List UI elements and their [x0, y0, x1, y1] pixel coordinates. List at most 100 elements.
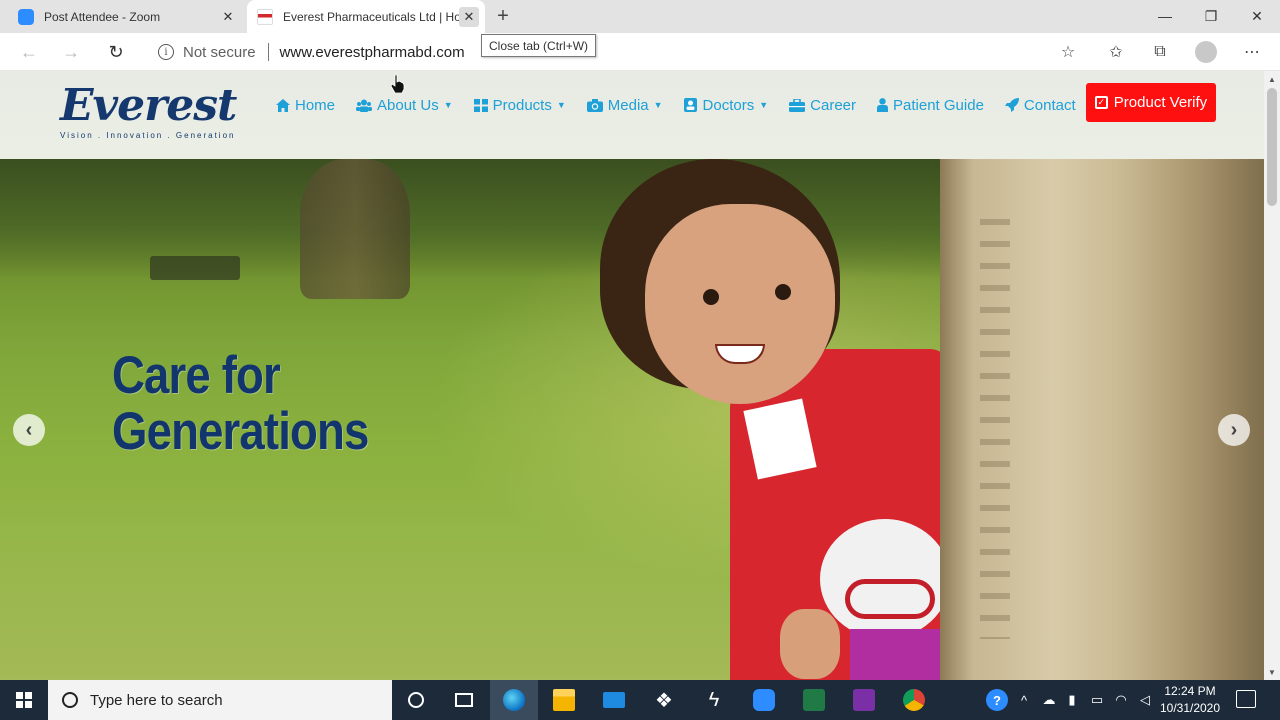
restore-icon[interactable]: ❐ [1188, 0, 1234, 32]
back-icon[interactable]: ← [15, 38, 43, 66]
security-label: Not secure [183, 43, 256, 61]
hero-tagline: Care for Generations [112, 348, 369, 460]
nav-about-us[interactable]: About Us ▼ [356, 97, 453, 114]
onenote-icon[interactable] [840, 680, 888, 720]
tab-zoom[interactable]: Post Attendee - Zoom ✕ [8, 0, 244, 33]
divider [267, 43, 269, 61]
nav-label: Media [607, 96, 649, 114]
taskbar-clock[interactable]: 12:24 PM 10/31/2020 [1158, 683, 1222, 717]
close-window-icon[interactable]: ✕ [1234, 0, 1280, 32]
background-trunk [300, 159, 410, 299]
volume-icon[interactable]: ◁ [1134, 680, 1156, 720]
onedrive-icon[interactable]: ☁ [1038, 680, 1060, 720]
caret-down-icon: ▼ [443, 100, 453, 110]
cortana-icon[interactable] [392, 680, 440, 720]
wifi-icon[interactable]: ◠ [1110, 680, 1132, 720]
nav-label: About Us [377, 96, 439, 114]
nav-contact[interactable]: Contact [1004, 97, 1076, 114]
taskbar-search[interactable]: Type here to search [48, 680, 392, 720]
caret-down-icon: ▼ [759, 100, 769, 110]
main-nav: Home About Us ▼ Products ▼ Media ▼ Docto… [276, 93, 1097, 117]
park-bench [150, 256, 240, 280]
check-square-icon: ✓ [1094, 96, 1108, 109]
tab-title: Post Attendee - Zoom [44, 9, 161, 24]
tab-title: Everest Pharmaceuticals Ltd | Ho [283, 9, 459, 24]
browser-toolbar: ← → ↻ i Not secure www.everestpharmabd.c… [0, 33, 1280, 71]
collections-icon[interactable]: ⧉ [1147, 39, 1173, 65]
favorite-star-icon[interactable]: ☆ [1055, 39, 1081, 65]
close-tab-icon[interactable]: ✕ [459, 6, 479, 27]
minimize-icon[interactable]: — [1142, 0, 1188, 32]
nav-label: Home [295, 96, 336, 114]
verify-label: Product Verify [1113, 94, 1208, 111]
usb-icon[interactable]: ▮ [1062, 680, 1082, 720]
url-text[interactable]: www.everestpharmabd.com [280, 44, 465, 61]
person-icon [877, 98, 889, 112]
battery-icon[interactable]: ▭ [1086, 680, 1108, 720]
favorites-list-icon[interactable]: ✩ [1103, 39, 1129, 65]
nav-home[interactable]: Home [276, 97, 335, 114]
dropbox-icon[interactable]: ❖ [640, 680, 688, 720]
excel-icon[interactable] [790, 680, 838, 720]
scroll-down-icon[interactable]: ▼ [1264, 664, 1280, 680]
clock-date: 10/31/2020 [1159, 701, 1221, 715]
search-placeholder: Type here to search [90, 691, 223, 709]
nav-doctors[interactable]: Doctors ▼ [684, 97, 769, 114]
everest-logo[interactable]: Everest Vision . Innovation . Generation [60, 83, 245, 147]
scrollbar-thumb[interactable] [1267, 88, 1277, 206]
reload-icon[interactable]: ↻ [102, 38, 130, 66]
logo-word: Everest [60, 80, 237, 131]
nav-patient-guide[interactable]: Patient Guide [877, 97, 984, 114]
hand-cursor-icon [391, 75, 405, 93]
close-tab-tooltip: Close tab (Ctrl+W) [481, 34, 597, 57]
task-view-icon[interactable] [440, 680, 488, 720]
edge-app-icon[interactable] [490, 680, 538, 720]
users-icon [356, 99, 373, 112]
slider-next-icon[interactable]: › [1218, 414, 1250, 446]
nav-label: Patient Guide [893, 96, 984, 114]
new-tab-icon[interactable]: + [492, 5, 514, 27]
grid-icon [473, 98, 488, 112]
help-icon[interactable]: ? [984, 680, 1010, 720]
hero-slider: Care for Generations ‹ › [0, 71, 1264, 680]
app-bolt-icon[interactable]: ϟ [690, 680, 738, 720]
logo-tagline: Vision . Innovation . Generation [60, 131, 236, 140]
clock-time: 12:24 PM [1164, 684, 1216, 698]
zoom-app-icon[interactable] [740, 680, 788, 720]
start-button[interactable] [0, 680, 48, 720]
file-explorer-icon[interactable] [540, 680, 588, 720]
site-header: Everest Vision . Innovation . Generation… [0, 71, 1264, 159]
profile-avatar-icon[interactable] [1193, 39, 1219, 65]
forward-icon[interactable]: → [57, 38, 85, 66]
tray-chevron-icon[interactable]: ^ [1014, 680, 1034, 720]
home-icon [276, 98, 290, 112]
search-icon [62, 692, 78, 708]
briefcase-icon [789, 98, 806, 112]
hero-line-1: Care for [112, 346, 281, 405]
info-icon[interactable]: i [158, 44, 174, 60]
slider-prev-icon[interactable]: ‹ [13, 414, 45, 446]
doctor-icon [684, 98, 698, 112]
page-scrollbar[interactable]: ▲ ▼ [1264, 71, 1280, 680]
rocket-icon [1004, 98, 1019, 112]
mail-icon[interactable] [590, 680, 638, 720]
nav-media[interactable]: Media ▼ [586, 96, 663, 114]
caret-down-icon: ▼ [653, 100, 663, 110]
chrome-icon[interactable] [890, 680, 938, 720]
hero-child-image [600, 159, 950, 680]
page-viewport: Care for Generations ‹ › Everest Vision … [0, 71, 1264, 680]
address-bar[interactable]: i Not secure www.everestpharmabd.com [146, 37, 1086, 67]
more-menu-icon[interactable]: ⋯ [1239, 39, 1265, 65]
scroll-up-icon[interactable]: ▲ [1264, 71, 1280, 87]
windows-taskbar: Type here to search ❖ ϟ ? ^ ☁ ▮ ▭ ◠ ◁ 12… [0, 680, 1280, 720]
product-verify-button[interactable]: ✓ Product Verify [1086, 83, 1216, 122]
nav-label: Career [810, 96, 857, 114]
windows-logo-icon [16, 692, 32, 708]
nav-products[interactable]: Products ▼ [473, 96, 566, 114]
notifications-icon[interactable] [1236, 690, 1256, 708]
nav-career[interactable]: Career [789, 97, 856, 114]
hero-line-2: Generations [112, 402, 369, 461]
tab-everest[interactable]: Everest Pharmaceuticals Ltd | Ho ✕ [247, 0, 485, 33]
close-tab-icon[interactable]: ✕ [218, 7, 238, 27]
nav-label: Products [492, 96, 552, 114]
